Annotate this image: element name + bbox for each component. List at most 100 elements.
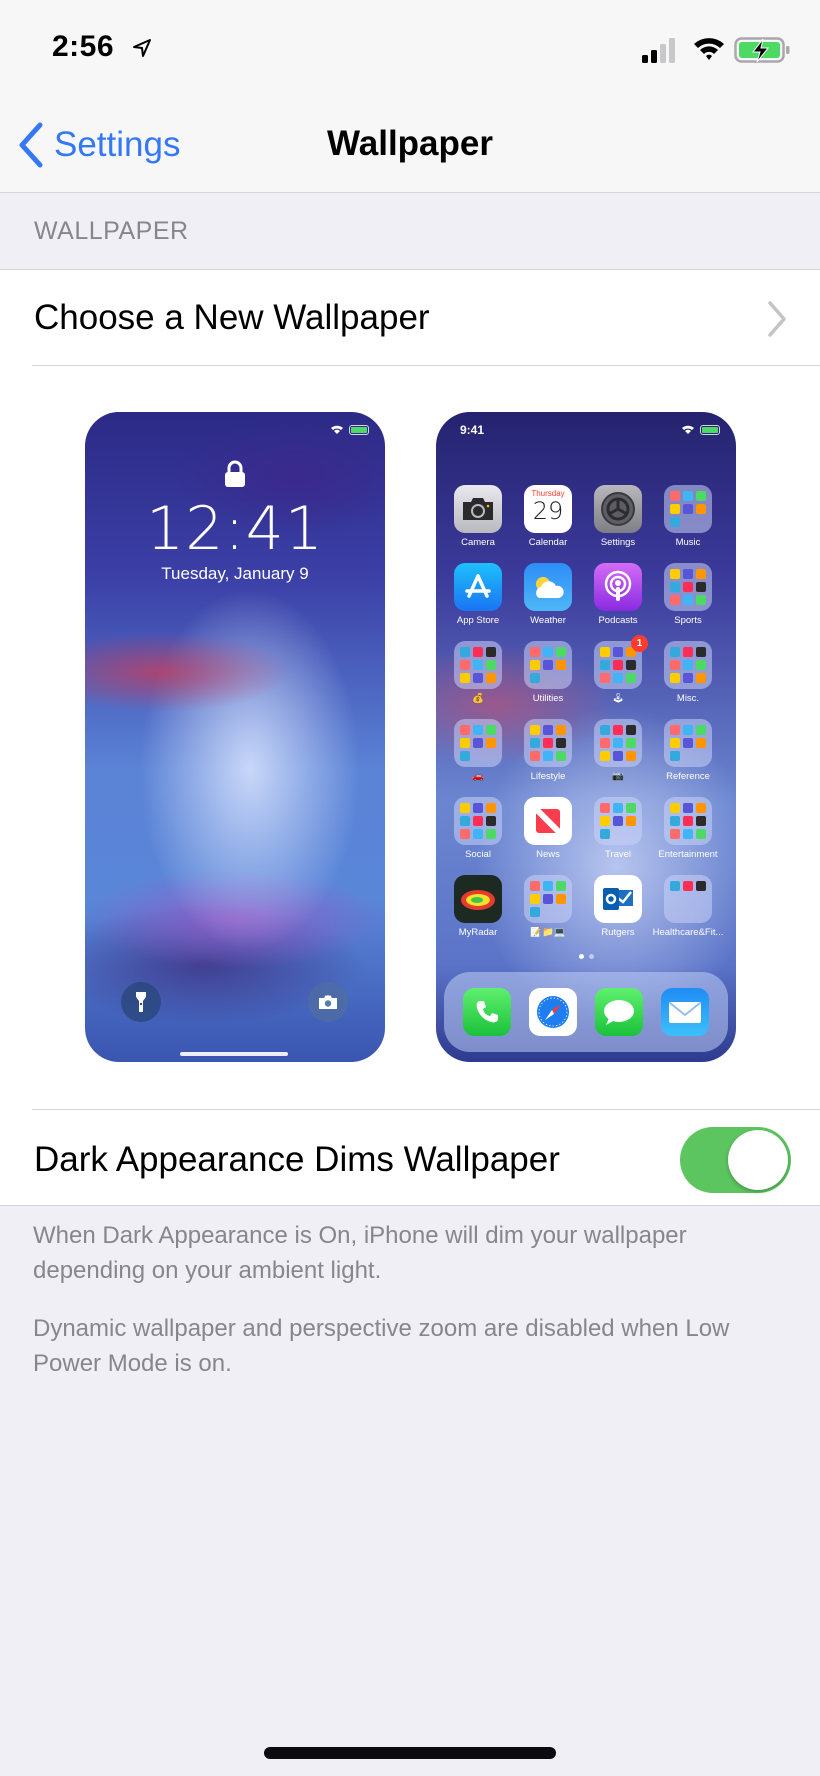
mini-app-icon — [530, 881, 540, 891]
safari-app-icon — [529, 988, 577, 1036]
app-label: News — [536, 849, 560, 860]
notification-badge: 1 — [631, 635, 648, 652]
flashlight-button — [121, 982, 161, 1022]
phone-app-icon — [463, 988, 511, 1036]
folder-icon — [524, 641, 572, 689]
mini-app-icon — [670, 725, 680, 735]
app-label: Music — [675, 537, 701, 548]
dark-appearance-footnote: When Dark Appearance is On, iPhone will … — [33, 1222, 687, 1284]
app-label: App Store — [456, 615, 500, 626]
dark-appearance-dims-toggle[interactable] — [680, 1127, 791, 1193]
folder-icon — [664, 875, 712, 923]
mini-app-icon — [670, 582, 680, 592]
mini-app-icon — [626, 725, 636, 735]
mini-app-icon — [473, 738, 483, 748]
folder-music: Music — [664, 485, 712, 548]
status-time: 2:56 — [52, 30, 115, 63]
mini-app-icon — [530, 738, 540, 748]
mini-app-icon — [460, 751, 470, 761]
mini-app-icon — [696, 582, 706, 592]
mini-app-icon — [613, 660, 623, 670]
mini-app-icon — [683, 569, 693, 579]
mini-app-icon — [696, 673, 706, 683]
folder-misc: Misc. — [664, 641, 712, 704]
mini-app-icon — [530, 907, 540, 917]
mini-app-icon — [600, 647, 610, 657]
mini-app-icon — [556, 647, 566, 657]
battery-charging-icon — [734, 37, 790, 63]
mini-app-icon — [696, 829, 706, 839]
app-weather: Weather — [524, 563, 572, 626]
weather-app-icon — [524, 563, 572, 611]
mini-app-icon — [556, 738, 566, 748]
mini-app-icon — [683, 816, 693, 826]
mini-app-icon — [670, 803, 680, 813]
folder-entertainment: Entertainment — [658, 797, 718, 860]
mini-app-icon — [626, 738, 636, 748]
choose-new-wallpaper-label: Choose a New Wallpaper — [34, 298, 430, 337]
mini-app-icon — [626, 803, 636, 813]
folder-icon — [524, 719, 572, 767]
lock-icon — [225, 460, 245, 487]
wallpaper-group: Choose a New Wallpaper 12:41 Tuesday, Ja… — [0, 269, 820, 1206]
mini-app-icon — [626, 751, 636, 761]
wifi-icon — [331, 425, 343, 434]
home-screen-preview[interactable]: 9:41 Camera Thursday 29 Calendar Settings Mus… — [436, 412, 736, 1062]
choose-new-wallpaper-row[interactable]: Choose a New Wallpaper — [0, 270, 820, 366]
mini-app-icon — [556, 725, 566, 735]
app-myradar: MyRadar — [454, 875, 502, 938]
mini-app-icon — [530, 725, 540, 735]
page-title: Wallpaper — [327, 124, 493, 163]
mini-app-icon — [556, 894, 566, 904]
mini-app-icon — [683, 647, 693, 657]
settings-app-icon — [594, 485, 642, 533]
mini-app-icon — [473, 673, 483, 683]
mini-app-icon — [696, 803, 706, 813]
mini-app-icon — [600, 738, 610, 748]
mini-app-icon — [696, 881, 706, 891]
app-grid: Camera Thursday 29 Calendar Settings Music App… — [454, 485, 723, 938]
page-dot — [588, 954, 594, 959]
mini-app-icon — [556, 881, 566, 891]
mini-app-icon — [486, 816, 496, 826]
page-dots — [436, 954, 736, 959]
folder-icon — [524, 875, 572, 923]
folder-healthcare-fit: Healthcare&Fit... — [653, 875, 723, 938]
folder-utilities: Utilities — [524, 641, 572, 704]
mini-app-icon — [600, 660, 610, 670]
app-label: 📝📁💻 — [530, 927, 566, 938]
mini-app-icon — [556, 660, 566, 670]
mini-app-icon — [556, 751, 566, 761]
toggle-knob — [728, 1130, 788, 1190]
camera-button — [308, 982, 348, 1022]
mini-app-icon — [600, 829, 610, 839]
app-app-store: App Store — [454, 563, 502, 626]
camera-app-icon — [454, 485, 502, 533]
mini-app-icon — [670, 647, 680, 657]
mini-app-icon — [486, 803, 496, 813]
mini-app-icon — [670, 738, 680, 748]
home-indicator[interactable] — [264, 1747, 556, 1759]
folder-icon — [664, 641, 712, 689]
mini-app-icon — [613, 738, 623, 748]
section-header: WALLPAPER — [34, 217, 189, 245]
app-label: Settings — [600, 537, 636, 548]
mini-app-icon — [670, 491, 680, 501]
mini-app-icon — [626, 816, 636, 826]
app-label: Sports — [674, 615, 702, 626]
page-dot — [578, 954, 584, 959]
app-rutgers: Rutgers — [594, 875, 642, 938]
mini-app-icon — [473, 725, 483, 735]
lock-screen-preview[interactable]: 12:41 Tuesday, January 9 — [85, 412, 385, 1062]
mini-app-icon — [696, 660, 706, 670]
app-label: 💰 — [472, 693, 484, 704]
app-settings: Settings — [594, 485, 642, 548]
app-label: Travel — [604, 849, 632, 860]
chevron-right-icon — [768, 301, 786, 337]
app-label: Lifestyle — [530, 771, 566, 782]
mini-app-icon — [543, 738, 553, 748]
mini-app-icon — [683, 738, 693, 748]
mini-app-icon — [543, 881, 553, 891]
mini-app-icon — [683, 725, 693, 735]
mini-app-icon — [670, 595, 680, 605]
